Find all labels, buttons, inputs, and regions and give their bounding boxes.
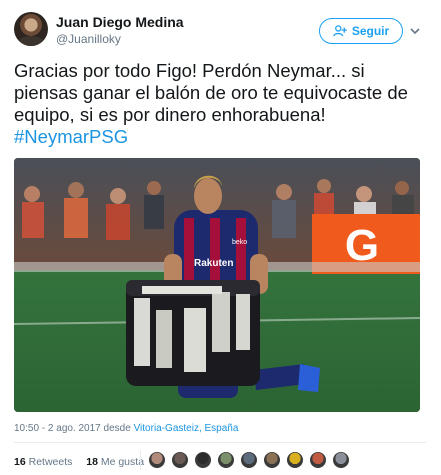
likes-label[interactable]: Me gusta bbox=[101, 456, 144, 468]
tweet-stats: 16 Retweets 18 Me gusta bbox=[14, 456, 144, 468]
user-name[interactable]: Juan Diego Medina bbox=[56, 14, 184, 30]
stats-divider bbox=[140, 450, 141, 470]
chevron-down-icon[interactable] bbox=[408, 24, 422, 38]
photo-image: G Rakuten beko bbox=[14, 158, 420, 412]
liker-avatar[interactable] bbox=[217, 451, 235, 469]
liker-avatar[interactable] bbox=[263, 451, 281, 469]
tweet-body: Gracias por todo Figo! Perdón Neymar... … bbox=[14, 60, 408, 125]
tweet-photo[interactable]: G Rakuten beko bbox=[14, 158, 420, 412]
liker-avatar[interactable] bbox=[240, 451, 258, 469]
liker-avatar[interactable] bbox=[332, 451, 350, 469]
follow-button[interactable]: Seguir bbox=[319, 18, 403, 44]
divider bbox=[14, 442, 426, 443]
likes-count[interactable]: 18 bbox=[86, 456, 98, 468]
tweet-location[interactable]: Vitoria-Gasteiz, España bbox=[134, 423, 239, 434]
add-user-icon bbox=[333, 25, 347, 37]
user-handle[interactable]: @Juanilloky bbox=[56, 32, 121, 46]
follow-button-label: Seguir bbox=[351, 24, 390, 38]
retweets-count[interactable]: 16 bbox=[14, 456, 26, 468]
tweet-text: Gracias por todo Figo! Perdón Neymar... … bbox=[14, 60, 426, 148]
liker-avatar[interactable] bbox=[286, 451, 304, 469]
liker-avatar[interactable] bbox=[309, 451, 327, 469]
tweet-timestamp[interactable]: 10:50 - 2 ago. 2017 bbox=[14, 423, 101, 434]
jersey-brand: beko bbox=[232, 239, 247, 246]
hashtag-link[interactable]: #NeymarPSG bbox=[14, 126, 128, 147]
jersey-sponsor: Rakuten bbox=[194, 258, 233, 269]
liker-avatar[interactable] bbox=[148, 451, 166, 469]
liker-avatar[interactable] bbox=[171, 451, 189, 469]
retweets-label[interactable]: Retweets bbox=[29, 456, 73, 468]
tweet-header: Juan Diego Medina @Juanilloky Seguir bbox=[14, 12, 427, 50]
tweet-from-word: desde bbox=[103, 423, 131, 434]
liker-avatars bbox=[148, 451, 350, 469]
tweet-meta: 10:50 - 2 ago. 2017 desde Vitoria-Gastei… bbox=[14, 423, 238, 434]
liker-avatar[interactable] bbox=[194, 451, 212, 469]
user-avatar[interactable] bbox=[14, 12, 48, 46]
